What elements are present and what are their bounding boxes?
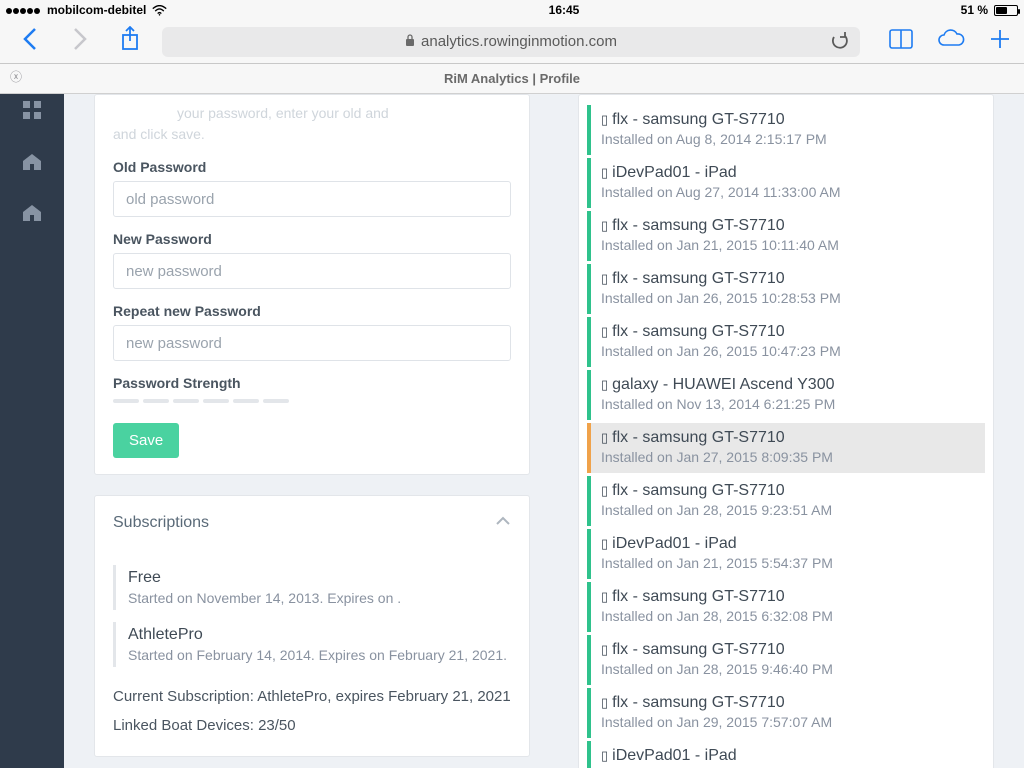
device-detail: Installed on Jan 26, 2015 10:47:23 PM xyxy=(601,343,975,359)
url-host: analytics.rowinginmotion.com xyxy=(421,33,617,50)
tab-title[interactable]: RiM Analytics | Profile xyxy=(0,64,1024,94)
device-detail: Installed on Nov 13, 2014 6:21:25 PM xyxy=(601,396,975,412)
old-password-input[interactable] xyxy=(113,181,511,217)
new-password-input[interactable] xyxy=(113,253,511,289)
device-name: flx - samsung GT-S7710 xyxy=(612,111,785,128)
back-button[interactable] xyxy=(12,26,48,57)
forward-button[interactable] xyxy=(62,26,98,57)
phone-icon: ▯ xyxy=(601,218,608,233)
device-detail: Installed on Jan 28, 2015 6:32:08 PM xyxy=(601,608,975,624)
wifi-icon xyxy=(152,5,167,16)
device-name: iDevPad01 - iPad xyxy=(612,747,737,764)
device-name: flx - samsung GT-S7710 xyxy=(612,429,785,446)
password-strength-meter xyxy=(113,399,511,403)
device-name: flx - samsung GT-S7710 xyxy=(612,217,785,234)
phone-icon: ▯ xyxy=(601,112,608,127)
close-tab-icon[interactable]: ⓧ xyxy=(10,68,22,85)
subscription-name: AthletePro xyxy=(128,626,511,644)
device-item[interactable]: ▯ flx - samsung GT-S7710 Installed on Jan … xyxy=(587,635,985,685)
phone-icon: ▯ xyxy=(601,642,608,657)
reload-button[interactable] xyxy=(830,32,850,56)
device-item[interactable]: ▯ iDevPad01 - iPad Installed on Aug 27, 20… xyxy=(587,158,985,208)
device-name: flx - samsung GT-S7710 xyxy=(612,482,785,499)
new-tab-button[interactable] xyxy=(988,27,1012,56)
device-name: iDevPad01 - iPad xyxy=(612,535,737,552)
device-item[interactable]: ▯ flx - samsung GT-S7710 Installed on Jan … xyxy=(587,582,985,632)
bookmarks-button[interactable] xyxy=(888,27,914,56)
subscription-name: Free xyxy=(128,569,511,587)
chevron-up-icon xyxy=(495,514,511,532)
ghost-instruction-text: your password, enter your old and and cl… xyxy=(113,103,511,145)
device-item[interactable]: ▯ iDevPad01 - iPad Installed on Jan 21, 20… xyxy=(587,529,985,579)
phone-icon: ▯ xyxy=(601,324,608,339)
subscription-detail: Started on February 14, 2014. Expires on… xyxy=(128,647,511,663)
subscription-item: Free Started on November 14, 2013. Expire… xyxy=(113,565,511,610)
new-password-label: New Password xyxy=(113,231,511,247)
phone-icon: ▯ xyxy=(601,695,608,710)
device-item[interactable]: ▯ flx - samsung GT-S7710 Installed on Jan … xyxy=(587,423,985,473)
device-detail: Installed on Aug 27, 2014 11:33:00 AM xyxy=(601,184,975,200)
device-item[interactable]: ▯ flx - samsung GT-S7710 Installed on Jan … xyxy=(587,211,985,261)
phone-icon: ▯ xyxy=(601,536,608,551)
current-subscription-line: Current Subscription: AthletePro, expire… xyxy=(113,683,511,712)
phone-icon: ▯ xyxy=(601,271,608,286)
device-item[interactable]: ▯ flx - samsung GT-S7710 Installed on Jan … xyxy=(587,476,985,526)
device-detail: Installed on Jan 28, 2015 9:46:40 PM xyxy=(601,661,975,677)
phone-icon: ▯ xyxy=(601,748,608,763)
device-item[interactable]: ▯ flx - samsung GT-S7710 Installed on Aug … xyxy=(587,105,985,155)
device-detail: Installed on Jan 27, 2015 8:09:35 PM xyxy=(601,449,975,465)
device-item[interactable]: ▯ iDevPad01 - iPad xyxy=(587,741,985,768)
device-detail: Installed on Jan 26, 2015 10:28:53 PM xyxy=(601,290,975,306)
device-detail: Installed on Jan 28, 2015 9:23:51 AM xyxy=(601,502,975,518)
phone-icon: ▯ xyxy=(601,589,608,604)
device-name: iDevPad01 - iPad xyxy=(612,164,737,181)
clock-label: 16:45 xyxy=(549,3,580,17)
device-name: flx - samsung GT-S7710 xyxy=(612,588,785,605)
signal-dots-icon xyxy=(6,3,41,17)
battery-pct-label: 51 % xyxy=(961,3,988,17)
linked-devices-line: Linked Boat Devices: 23/50 xyxy=(113,712,511,741)
device-name: flx - samsung GT-S7710 xyxy=(612,270,785,287)
device-item[interactable]: ▯ flx - samsung GT-S7710 Installed on Jan … xyxy=(587,317,985,367)
phone-icon: ▯ xyxy=(601,430,608,445)
device-item[interactable]: ▯ galaxy - HUAWEI Ascend Y300 Installed on… xyxy=(587,370,985,420)
share-button[interactable] xyxy=(112,26,148,57)
device-detail: Installed on Aug 8, 2014 2:15:17 PM xyxy=(601,131,975,147)
device-name: flx - samsung GT-S7710 xyxy=(612,323,785,340)
phone-icon: ▯ xyxy=(601,377,608,392)
repeat-password-label: Repeat new Password xyxy=(113,303,511,319)
sidebar-nav-icon-3[interactable] xyxy=(22,204,42,227)
subscriptions-header[interactable]: Subscriptions xyxy=(95,496,529,549)
device-item[interactable]: ▯ flx - samsung GT-S7710 Installed on Jan … xyxy=(587,264,985,314)
device-detail: Installed on Jan 29, 2015 7:57:07 AM xyxy=(601,714,975,730)
save-button[interactable]: Save xyxy=(113,423,179,458)
repeat-password-input[interactable] xyxy=(113,325,511,361)
ios-status-bar: mobilcom-debitel 16:45 51 % xyxy=(0,0,1024,20)
subscription-item: AthletePro Started on February 14, 2014. … xyxy=(113,622,511,667)
address-bar[interactable]: analytics.rowinginmotion.com xyxy=(162,27,860,57)
app-sidebar xyxy=(0,94,64,768)
old-password-label: Old Password xyxy=(113,159,511,175)
device-name: flx - samsung GT-S7710 xyxy=(612,641,785,658)
carrier-label: mobilcom-debitel xyxy=(47,3,146,17)
phone-icon: ▯ xyxy=(601,483,608,498)
icloud-button[interactable] xyxy=(936,28,966,55)
sidebar-nav-icon-2[interactable] xyxy=(22,153,42,176)
lock-icon xyxy=(405,34,415,50)
password-strength-label: Password Strength xyxy=(113,375,511,391)
sidebar-nav-icon-1[interactable] xyxy=(22,100,42,125)
device-name: galaxy - HUAWEI Ascend Y300 xyxy=(612,376,834,393)
subscriptions-title: Subscriptions xyxy=(113,514,209,532)
device-detail: Installed on Jan 21, 2015 10:11:40 AM xyxy=(601,237,975,253)
phone-icon: ▯ xyxy=(601,165,608,180)
safari-toolbar: analytics.rowinginmotion.com xyxy=(0,20,1024,64)
device-item[interactable]: ▯ flx - samsung GT-S7710 Installed on Jan … xyxy=(587,688,985,738)
battery-icon xyxy=(994,5,1018,16)
device-detail: Installed on Jan 21, 2015 5:54:37 PM xyxy=(601,555,975,571)
device-name: flx - samsung GT-S7710 xyxy=(612,694,785,711)
subscription-detail: Started on November 14, 2013. Expires on… xyxy=(128,590,511,606)
